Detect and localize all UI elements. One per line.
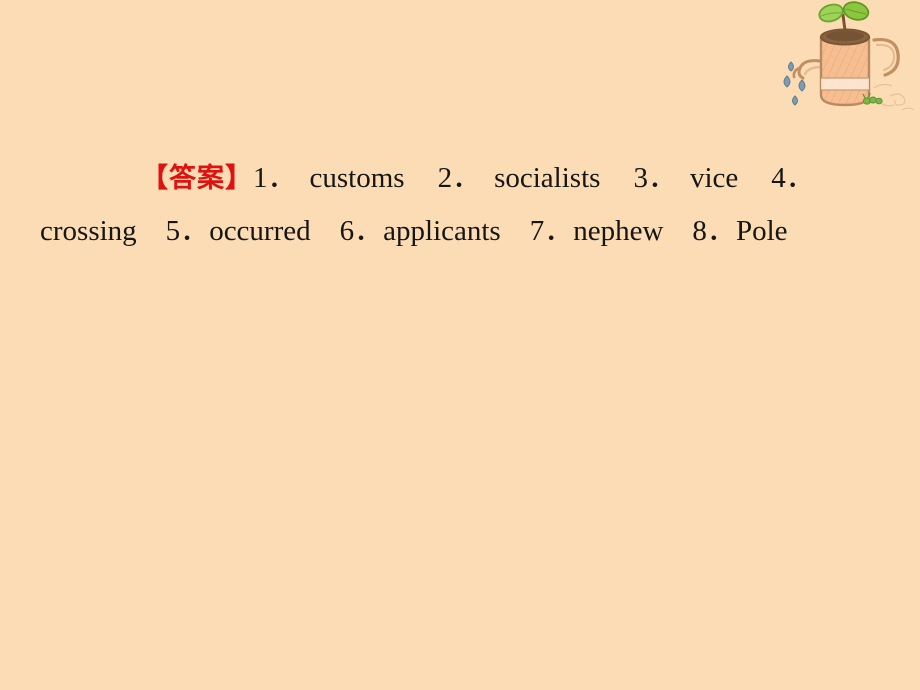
answer-dot-1: ．: [267, 162, 297, 194]
answer-word-2: socialists: [494, 162, 601, 194]
answer-number-3: 3: [633, 162, 648, 194]
can-spout-inner: [803, 65, 824, 76]
answer-item-6: 6．applicants: [340, 215, 501, 247]
can-rim: [820, 28, 870, 46]
answer-dot-4: ．: [785, 162, 815, 194]
answer-dot-7: ．: [544, 215, 574, 247]
slide-canvas: 【答案】1． customs 2． socialists 3． vice 4． crossi…: [0, 0, 920, 690]
answer-dot-2: ．: [452, 162, 482, 194]
can-handle: [872, 37, 900, 77]
answer-word-7: nephew: [573, 215, 664, 247]
answer-word-5: occurred: [209, 215, 311, 247]
swirl-decor: [873, 83, 915, 111]
answer-number-8: 8: [692, 215, 707, 247]
answer-word-6: applicants: [383, 215, 501, 247]
answer-tag-label: 【答案】: [141, 163, 253, 194]
answer-dot-6: ．: [354, 215, 384, 247]
caterpillar-icon: [862, 92, 883, 105]
answer-block: 【答案】1． customs 2． socialists 3． vice 4． crossi…: [40, 152, 848, 258]
answer-word-8: Pole: [735, 215, 788, 247]
answer-line-2: crossing 5．occurred 6．applicants 7．nephew 8．…: [40, 205, 848, 258]
answer-item-1: 1． customs: [253, 162, 405, 194]
answer-item-8: 8．Pole: [692, 215, 787, 247]
answer-word-4: crossing: [40, 215, 137, 247]
answer-number-5: 5: [165, 215, 181, 247]
answer-item-7: 7．nephew: [530, 215, 664, 247]
can-spout: [797, 59, 822, 80]
water-droplets: [783, 61, 806, 106]
answer-line-1: 【答案】1． customs 2． socialists 3． vice 4．: [40, 152, 848, 205]
answer-word-3: vice: [689, 162, 739, 194]
answer-number-4: 4: [771, 162, 786, 194]
answer-dot-3: ．: [647, 162, 677, 194]
answer-word-1: customs: [309, 162, 405, 194]
answer-number-6: 6: [339, 215, 355, 247]
answer-dot-5: ．: [180, 215, 210, 247]
can-body: [819, 35, 871, 107]
answer-dot-8: ．: [706, 215, 736, 247]
answer-item-4-number: 4．: [771, 162, 815, 194]
sprout-leaves: [818, 1, 870, 23]
answer-item-5: 5．occurred: [166, 215, 311, 247]
sprout-stem: [841, 13, 848, 39]
answer-item-2: 2． socialists: [438, 162, 601, 194]
answer-number-7: 7: [529, 215, 545, 247]
can-band: [821, 78, 869, 90]
watering-can-illustration: [778, 0, 920, 122]
answer-number-2: 2: [437, 162, 453, 194]
answer-item-3: 3． vice: [633, 162, 738, 194]
answer-number-1: 1: [253, 162, 268, 194]
